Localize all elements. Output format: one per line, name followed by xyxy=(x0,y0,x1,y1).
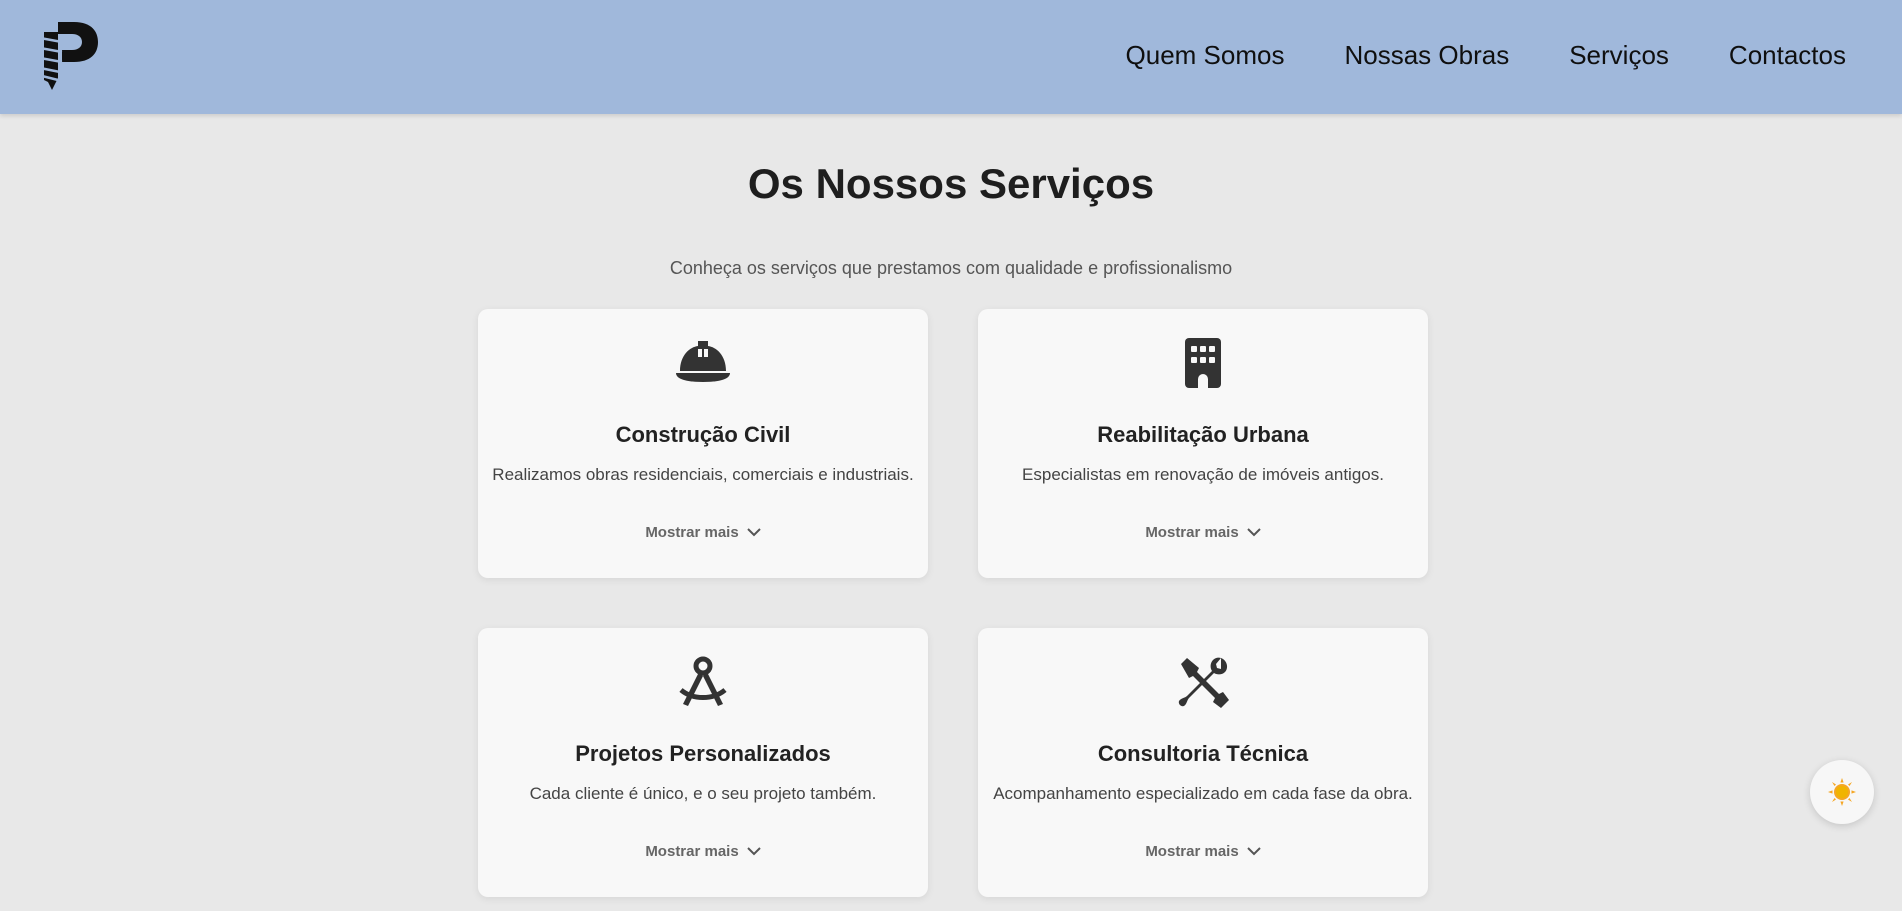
chevron-down-icon xyxy=(1246,528,1261,537)
page-subtitle: Conheça os serviços que prestamos com qu… xyxy=(669,258,1233,278)
card-description: Especialistas em renovação de imóveis an… xyxy=(1022,465,1384,484)
show-more-label: Mostrar mais xyxy=(1145,843,1239,860)
card-description: Cada cliente é único, e o seu projeto ta… xyxy=(529,784,877,803)
card-description: Realizamos obras residenciais, comerciai… xyxy=(492,465,914,484)
building-icon xyxy=(1185,338,1221,388)
service-card-reabilitacao-urbana: Reabilitação Urbana Especialistas em ren… xyxy=(978,309,1428,578)
show-more-button[interactable]: Mostrar mais xyxy=(978,524,1428,541)
site-header: Quem Somos Nossas Obras Serviços Contact… xyxy=(0,0,1902,114)
chevron-down-icon xyxy=(746,847,761,856)
service-card-consultoria-tecnica: Consultoria Técnica Acompanhamento espec… xyxy=(978,628,1428,897)
chevron-down-icon xyxy=(1246,847,1261,856)
screwdriver-wrench-icon xyxy=(1178,657,1229,708)
card-title: Consultoria Técnica xyxy=(1097,741,1309,766)
sun-icon xyxy=(1828,778,1856,806)
theme-toggle-button[interactable] xyxy=(1810,760,1874,824)
show-more-button[interactable]: Mostrar mais xyxy=(478,524,928,541)
show-more-label: Mostrar mais xyxy=(645,524,739,541)
nav-nossas-obras[interactable]: Nossas Obras xyxy=(1344,40,1509,71)
show-more-button[interactable]: Mostrar mais xyxy=(478,843,928,860)
logo-icon[interactable] xyxy=(36,20,100,90)
nav-contactos[interactable]: Contactos xyxy=(1729,40,1846,71)
hard-hat-icon xyxy=(676,341,730,382)
card-title: Projetos Personalizados xyxy=(575,741,831,766)
card-description: Acompanhamento especializado em cada fas… xyxy=(993,784,1413,803)
show-more-label: Mostrar mais xyxy=(645,843,739,860)
show-more-button[interactable]: Mostrar mais xyxy=(978,843,1428,860)
show-more-label: Mostrar mais xyxy=(1145,524,1239,541)
page-title: Os Nossos Serviços xyxy=(747,160,1155,207)
main-nav: Quem Somos Nossas Obras Serviços Contact… xyxy=(1126,40,1846,71)
card-title: Reabilitação Urbana xyxy=(1097,422,1309,447)
chevron-down-icon xyxy=(746,528,761,537)
card-title: Construção Civil xyxy=(615,422,791,447)
service-card-construcao-civil: Construção Civil Realizamos obras reside… xyxy=(478,309,928,578)
compass-drafting-icon xyxy=(679,656,727,706)
nav-quem-somos[interactable]: Quem Somos xyxy=(1126,40,1285,71)
service-card-projetos-personalizados: Projetos Personalizados Cada cliente é ú… xyxy=(478,628,928,897)
nav-servicos[interactable]: Serviços xyxy=(1569,40,1669,71)
